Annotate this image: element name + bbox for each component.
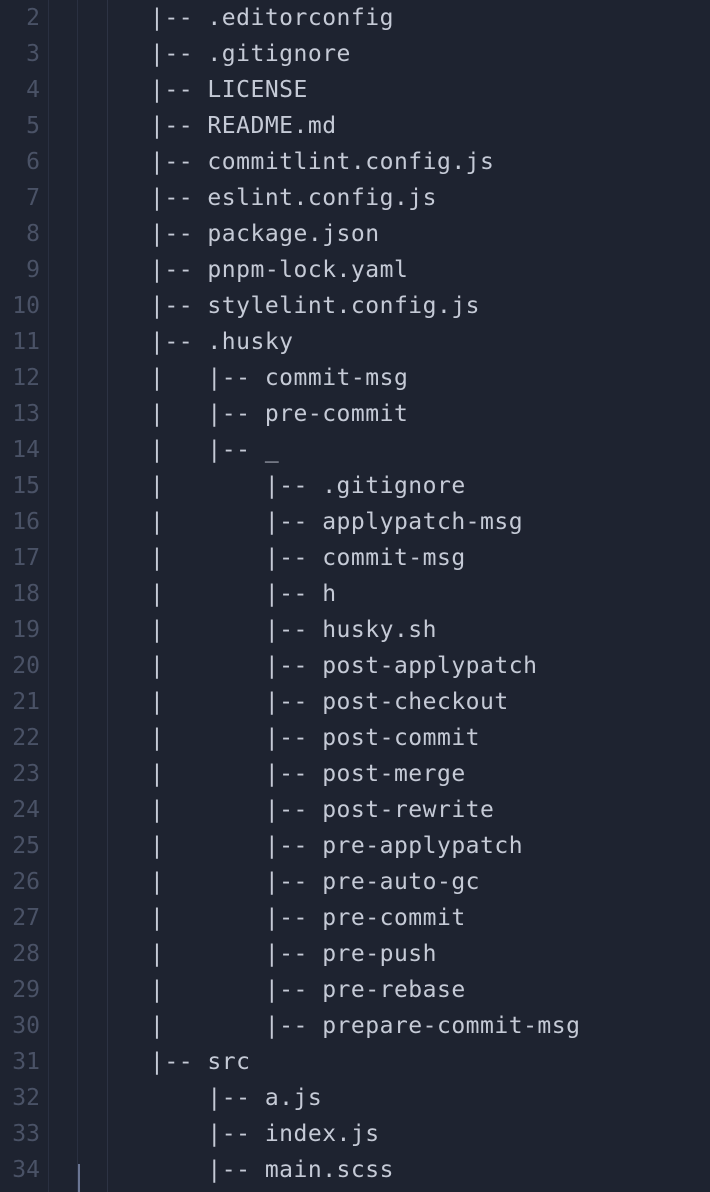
code-line[interactable]: |-- .editorconfig [78,0,710,36]
line-number: 20 [0,648,40,684]
code-line[interactable]: | |-- husky.sh [78,612,710,648]
code-line[interactable]: |-- main.scss [78,1152,710,1188]
line-number: 21 [0,684,40,720]
line-number: 5 [0,108,40,144]
code-line[interactable]: | |-- post-rewrite [78,792,710,828]
line-number: 16 [0,504,40,540]
code-line[interactable]: | |-- pre-push [78,936,710,972]
line-number: 32 [0,1080,40,1116]
code-line[interactable]: |-- commitlint.config.js [78,144,710,180]
code-line[interactable]: |-- LICENSE [78,72,710,108]
line-number: 27 [0,900,40,936]
line-number-gutter: 2345678910111213141516171819202122232425… [0,0,48,1192]
line-number: 4 [0,72,40,108]
line-number: 2 [0,0,40,36]
code-line[interactable]: | |-- pre-commit [78,396,710,432]
text-cursor [78,1164,80,1192]
code-line[interactable]: | |-- prepare-commit-msg [78,1008,710,1044]
code-line[interactable]: | |-- pre-applypatch [78,828,710,864]
code-line[interactable]: |-- .husky [78,324,710,360]
code-line[interactable]: | |-- _ [78,432,710,468]
code-content: |-- .editorconfig |-- .gitignore |-- LIC… [78,0,710,1188]
code-line[interactable]: | |-- post-commit [78,720,710,756]
line-number: 12 [0,360,40,396]
line-number: 14 [0,432,40,468]
code-line[interactable]: |-- index.js [78,1116,710,1152]
code-line[interactable]: | |-- applypatch-msg [78,504,710,540]
code-line[interactable]: | |-- post-merge [78,756,710,792]
code-line[interactable]: |-- README.md [78,108,710,144]
code-line[interactable]: | |-- post-checkout [78,684,710,720]
line-number: 15 [0,468,40,504]
code-line[interactable]: |-- package.json [78,216,710,252]
code-line[interactable]: |-- pnpm-lock.yaml [78,252,710,288]
code-line[interactable]: |-- .gitignore [78,36,710,72]
line-number: 22 [0,720,40,756]
code-line[interactable]: | |-- pre-auto-gc [78,864,710,900]
code-line[interactable]: | |-- commit-msg [78,540,710,576]
code-line[interactable]: | |-- commit-msg [78,360,710,396]
line-number: 31 [0,1044,40,1080]
editor-area[interactable]: |-- .editorconfig |-- .gitignore |-- LIC… [78,0,710,1192]
code-line[interactable]: |-- src [78,1044,710,1080]
line-number: 10 [0,288,40,324]
line-number: 28 [0,936,40,972]
code-line[interactable]: | |-- .gitignore [78,468,710,504]
code-line[interactable]: |-- a.js [78,1080,710,1116]
code-line[interactable]: |-- eslint.config.js [78,180,710,216]
code-line[interactable]: | |-- h [78,576,710,612]
line-number: 7 [0,180,40,216]
line-number: 3 [0,36,40,72]
line-number: 9 [0,252,40,288]
line-number: 29 [0,972,40,1008]
line-number: 30 [0,1008,40,1044]
line-number: 17 [0,540,40,576]
line-number: 6 [0,144,40,180]
line-number: 26 [0,864,40,900]
fold-column [48,0,78,1192]
code-line[interactable]: | |-- pre-commit [78,900,710,936]
line-number: 18 [0,576,40,612]
line-number: 24 [0,792,40,828]
line-number: 23 [0,756,40,792]
code-line[interactable]: |-- stylelint.config.js [78,288,710,324]
line-number: 11 [0,324,40,360]
code-line[interactable]: | |-- post-applypatch [78,648,710,684]
line-number: 33 [0,1116,40,1152]
code-line[interactable]: | |-- pre-rebase [78,972,710,1008]
line-number: 25 [0,828,40,864]
line-number: 13 [0,396,40,432]
line-number: 34 [0,1152,40,1188]
line-number: 19 [0,612,40,648]
line-number: 8 [0,216,40,252]
